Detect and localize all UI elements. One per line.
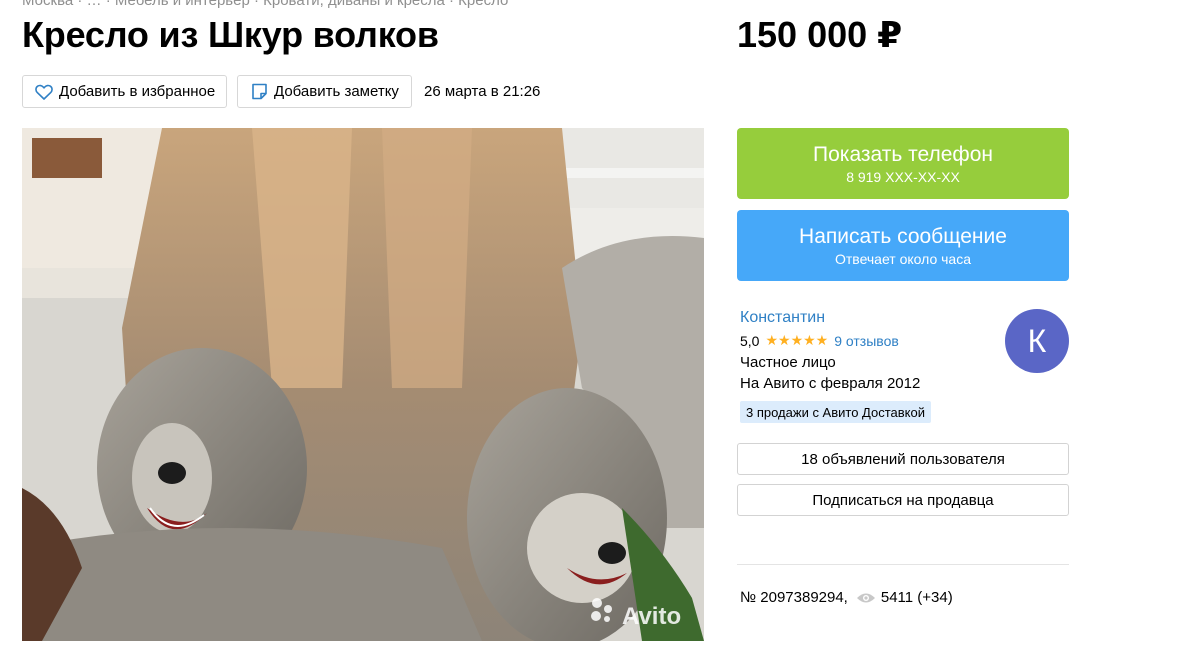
show-phone-label: Показать телефон [813, 142, 993, 166]
rating-value: 5,0 [740, 332, 760, 349]
seller-since: На Авито с февраля 2012 [740, 375, 921, 392]
heart-icon [35, 83, 53, 101]
seller-ads-button[interactable]: 18 объявлений пользователя [737, 443, 1069, 475]
add-note-button[interactable]: Добавить заметку [237, 75, 412, 108]
eye-icon [856, 592, 876, 604]
seller-name-link[interactable]: Константин [740, 309, 825, 327]
star-icon: ★★★★★ [765, 332, 829, 348]
publish-date: 26 марта в 21:26 [424, 83, 541, 100]
show-phone-button[interactable]: Показать телефон 8 919 XXX-XX-XX [737, 128, 1069, 199]
seller-rating: 5,0 ★★★★★ 9 отзывов [740, 332, 899, 349]
price: 150 000 ₽ [737, 14, 903, 55]
reviews-link[interactable]: 9 отзывов [834, 333, 899, 349]
photo-watermark: Avito [622, 603, 681, 630]
subscribe-seller-button[interactable]: Подписаться на продавца [737, 484, 1069, 516]
listing-meta: № 2097389294, 5411 (+34) [740, 589, 953, 606]
write-message-button[interactable]: Написать сообщение Отвечает около часа [737, 210, 1069, 281]
masked-phone-number: 8 919 XXX-XX-XX [846, 168, 960, 185]
page-title: Кресло из Шкур волков [22, 14, 439, 55]
add-note-label: Добавить заметку [274, 83, 399, 100]
breadcrumb[interactable]: Москва · … · Мебель и интерьер · Кровати… [22, 0, 508, 9]
response-time: Отвечает около часа [834, 250, 972, 267]
views-count: 5411 (+34) [880, 589, 953, 606]
divider [737, 564, 1069, 565]
seller-type: Частное лицо [740, 354, 836, 371]
seller-avatar[interactable]: К [1005, 309, 1069, 373]
add-to-favorites-label: Добавить в избранное [59, 83, 216, 100]
delivery-badge: 3 продажи с Авито Доставкой [740, 401, 931, 423]
write-message-label: Написать сообщение [799, 224, 1007, 248]
note-icon [250, 83, 268, 101]
listing-id: № 2097389294, [740, 589, 848, 606]
add-to-favorites-button[interactable]: Добавить в избранное [22, 75, 227, 108]
listing-photo[interactable]: Avito [22, 128, 704, 641]
